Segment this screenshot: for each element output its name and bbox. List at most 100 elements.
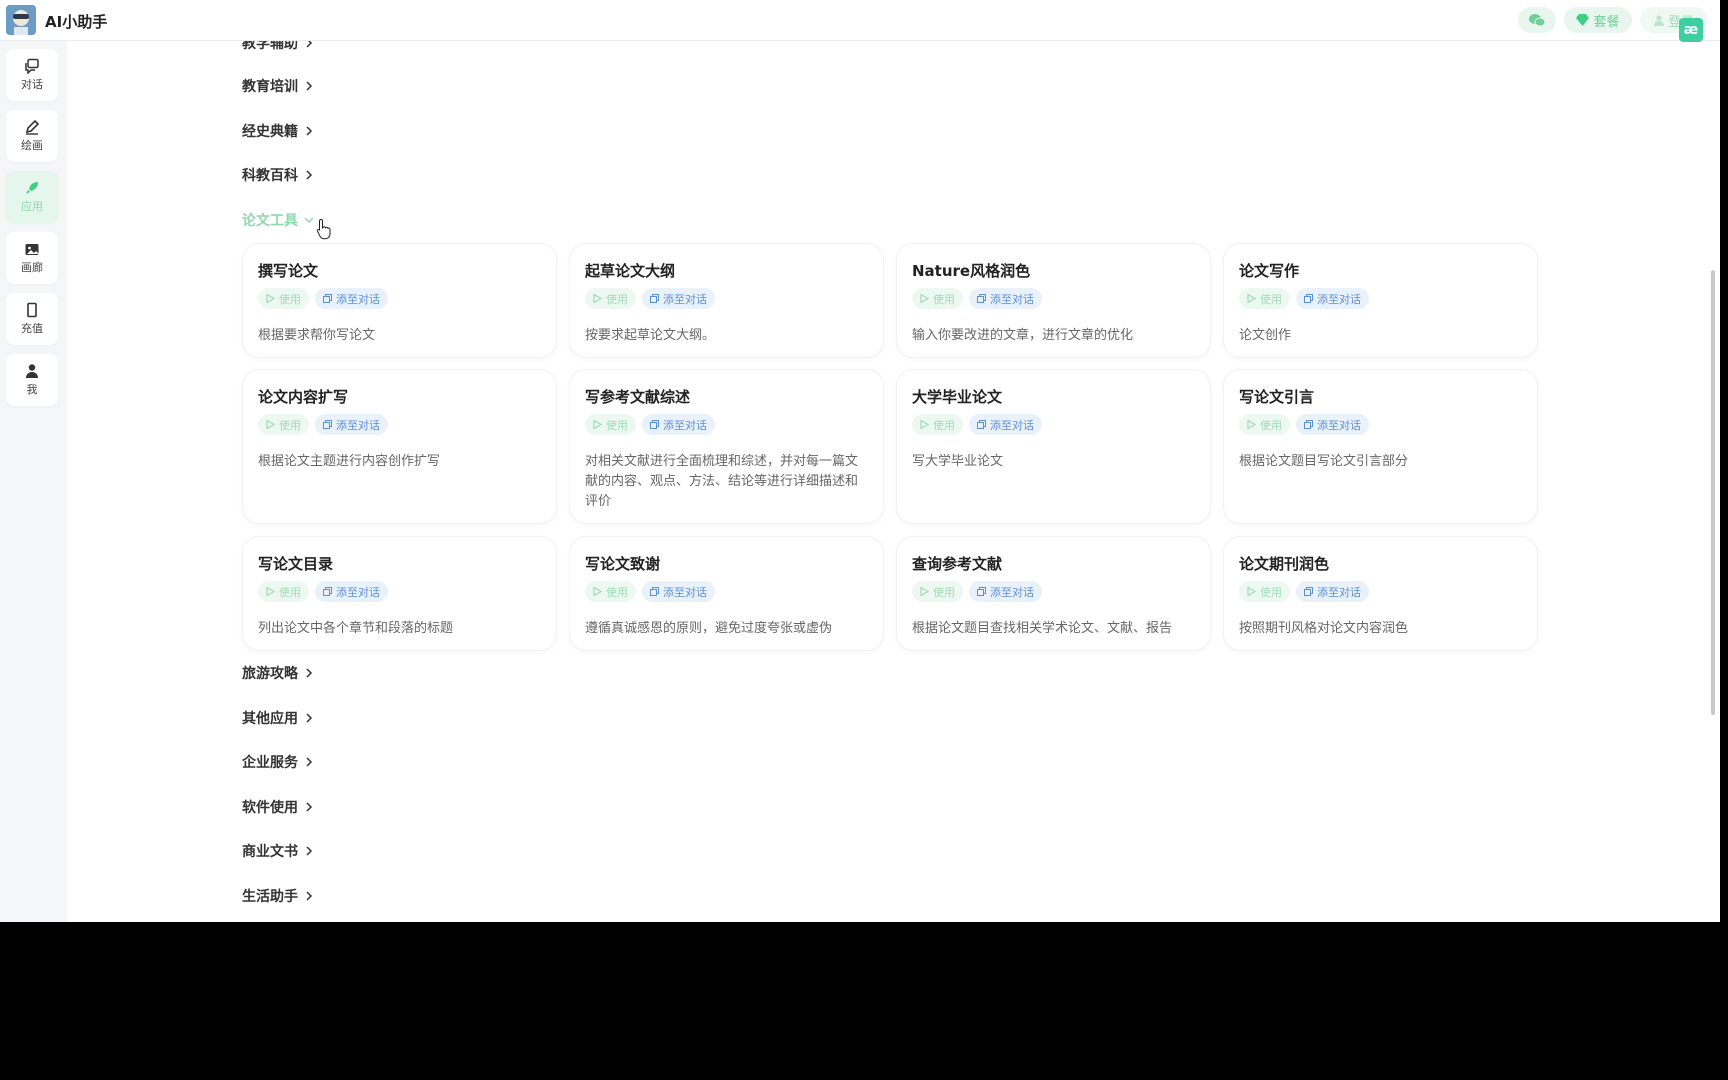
add-to-chat-button[interactable]: 添至对话 — [969, 581, 1042, 602]
wechat-icon — [1529, 14, 1546, 27]
app-card[interactable]: 大学毕业论文 使用 添至对话 写大学毕业论文 — [897, 370, 1210, 523]
chevron-right-icon — [306, 126, 313, 136]
app-card[interactable]: 写论文引言 使用 添至对话 根据论文题目写论文引言部分 — [1224, 370, 1537, 523]
use-label: 使用 — [933, 418, 955, 432]
use-button[interactable]: 使用 — [912, 288, 963, 309]
category-label: 教学辅助 — [242, 41, 298, 52]
category-classics[interactable]: 经史典籍 — [242, 120, 314, 142]
use-label: 使用 — [1260, 292, 1282, 306]
app-card[interactable]: Nature风格润色 使用 添至对话 输入你要改进的文章，进行文章的优化 — [897, 244, 1210, 357]
card-title: 写参考文献综述 — [585, 388, 691, 406]
nav-recharge[interactable]: 充值 — [6, 293, 58, 345]
user-icon — [26, 364, 38, 378]
use-button[interactable]: 使用 — [258, 414, 309, 435]
add-to-chat-button[interactable]: 添至对话 — [642, 414, 715, 435]
nav-gallery-label: 画廊 — [21, 261, 43, 274]
use-button[interactable]: 使用 — [1239, 581, 1290, 602]
app-card[interactable]: 撰写论文 使用 添至对话 根据要求帮你写论文 — [243, 244, 556, 357]
category-enterprise[interactable]: 企业服务 — [242, 751, 314, 773]
use-button[interactable]: 使用 — [1239, 288, 1290, 309]
chevron-right-icon — [306, 81, 313, 91]
sidebar: 对话 绘画 应用 画廊 充值 我 — [0, 41, 67, 922]
category-other[interactable]: 其他应用 — [242, 707, 314, 729]
category-travel[interactable]: 旅游攻略 — [242, 662, 314, 684]
add-to-chat-button[interactable]: 添至对话 — [315, 581, 388, 602]
app-card[interactable]: 写论文致谢 使用 添至对话 遵循真诚感恩的原则，避免过度夸张或虚伪 — [570, 537, 883, 650]
play-icon — [1247, 420, 1256, 429]
play-icon — [920, 294, 929, 303]
scrollbar[interactable] — [1711, 270, 1715, 715]
nav-gallery[interactable]: 画廊 — [6, 232, 58, 284]
card-description: 根据论文主题进行内容创作扩写 — [258, 454, 441, 469]
category-label: 企业服务 — [242, 755, 298, 771]
app-card[interactable]: 写论文目录 使用 添至对话 列出论文中各个章节和段落的标题 — [243, 537, 556, 650]
use-button[interactable]: 使用 — [585, 581, 636, 602]
card-description: 按照期刊风格对论文内容润色 — [1239, 621, 1409, 636]
package-button[interactable]: 套餐 — [1564, 7, 1632, 33]
use-button[interactable]: 使用 — [585, 288, 636, 309]
play-icon — [593, 587, 602, 596]
nav-me[interactable]: 我 — [6, 354, 58, 406]
use-button[interactable]: 使用 — [912, 581, 963, 602]
use-button[interactable]: 使用 — [258, 288, 309, 309]
add-to-chat-button[interactable]: 添至对话 — [1296, 581, 1369, 602]
add-to-chat-button[interactable]: 添至对话 — [969, 288, 1042, 309]
category-science[interactable]: 科教百科 — [242, 164, 314, 186]
card-title: 写论文引言 — [1239, 388, 1315, 406]
card-title: 大学毕业论文 — [912, 388, 1003, 406]
use-button[interactable]: 使用 — [1239, 414, 1290, 435]
play-icon — [266, 420, 275, 429]
app-card[interactable]: 论文期刊润色 使用 添至对话 按照期刊风格对论文内容润色 — [1224, 537, 1537, 650]
wechat-button[interactable] — [1518, 7, 1556, 33]
rocket-icon — [26, 182, 38, 194]
app-list-panel: 教学辅助 教育培训 经史典籍 科教百科 论文工具 撰写论文 使用 添至对话 根据… — [67, 41, 1720, 922]
add-label: 添至对话 — [1317, 585, 1361, 599]
card-title: 论文写作 — [1239, 262, 1300, 280]
add-label: 添至对话 — [336, 292, 380, 306]
chat-icon — [25, 58, 39, 74]
phone-icon — [27, 302, 37, 318]
add-to-chat-button[interactable]: 添至对话 — [315, 414, 388, 435]
app-card[interactable]: 查询参考文献 使用 添至对话 根据论文题目查找相关学术论文、文献、报告 — [897, 537, 1210, 650]
add-to-chat-button[interactable]: 添至对话 — [969, 414, 1042, 435]
category-education[interactable]: 教育培训 — [242, 75, 314, 97]
add-label: 添至对话 — [990, 585, 1034, 599]
copy-icon — [977, 420, 986, 429]
add-to-chat-button[interactable]: 添至对话 — [1296, 288, 1369, 309]
add-to-chat-button[interactable]: 添至对话 — [315, 288, 388, 309]
chevron-right-icon — [306, 41, 313, 48]
nav-draw[interactable]: 绘画 — [6, 110, 58, 162]
add-label: 添至对话 — [336, 418, 380, 432]
use-label: 使用 — [279, 418, 301, 432]
use-button[interactable]: 使用 — [258, 581, 309, 602]
use-button[interactable]: 使用 — [585, 414, 636, 435]
copy-icon — [1304, 294, 1313, 303]
package-label: 套餐 — [1593, 14, 1620, 30]
nav-apps[interactable]: 应用 — [6, 171, 58, 223]
card-title: 论文期刊润色 — [1239, 555, 1330, 573]
add-to-chat-button[interactable]: 添至对话 — [642, 581, 715, 602]
copy-icon — [1304, 587, 1313, 596]
chevron-right-icon — [306, 713, 313, 723]
copy-icon — [1304, 420, 1313, 429]
app-card[interactable]: 起草论文大纲 使用 添至对话 按要求起草论文大纲。 — [570, 244, 883, 357]
category-label: 其他应用 — [242, 711, 298, 727]
category-label: 教育培训 — [242, 79, 298, 95]
chevron-right-icon — [306, 802, 313, 812]
nav-chat[interactable]: 对话 — [6, 49, 58, 101]
app-card[interactable]: 论文内容扩写 使用 添至对话 根据论文主题进行内容创作扩写 — [243, 370, 556, 523]
card-description: 列出论文中各个章节和段落的标题 — [258, 621, 454, 636]
add-to-chat-button[interactable]: 添至对话 — [642, 288, 715, 309]
category-business-docs[interactable]: 商业文书 — [242, 840, 314, 862]
copy-icon — [323, 420, 332, 429]
card-description: 写大学毕业论文 — [912, 454, 1004, 469]
category-software[interactable]: 软件使用 — [242, 796, 314, 818]
add-to-chat-button[interactable]: 添至对话 — [1296, 414, 1369, 435]
float-widget-icon[interactable]: æ — [1679, 18, 1703, 42]
category-paper-tools[interactable]: 论文工具 — [242, 209, 314, 231]
use-button[interactable]: 使用 — [912, 414, 963, 435]
app-card[interactable]: 写参考文献综述 使用 添至对话 对相关文献进行全面梳理和综述，并对每一篇文献的内… — [570, 370, 883, 523]
category-teaching[interactable]: 教学辅助 — [242, 41, 314, 54]
app-card[interactable]: 论文写作 使用 添至对话 论文创作 — [1224, 244, 1537, 357]
category-life-assistant[interactable]: 生活助手 — [242, 885, 314, 907]
